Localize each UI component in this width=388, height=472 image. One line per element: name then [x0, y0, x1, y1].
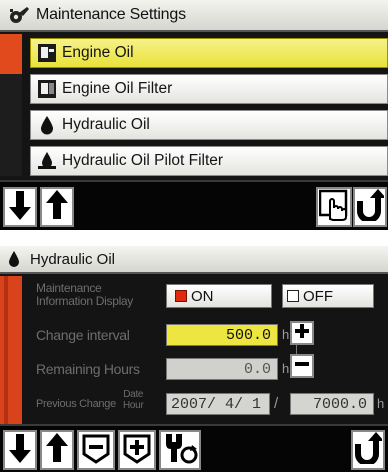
- on-indicator: [175, 290, 187, 302]
- back-return-icon: [356, 188, 386, 226]
- down-button[interactable]: [3, 187, 37, 227]
- minus-box-button[interactable]: [77, 430, 115, 470]
- up-button[interactable]: [40, 187, 74, 227]
- menu-item-label: Hydraulic Oil: [62, 116, 150, 133]
- up-button[interactable]: [40, 430, 74, 470]
- back-return-icon: [354, 431, 384, 469]
- date-hour-label: Date Hour: [123, 389, 144, 411]
- plus-icon: [294, 323, 310, 344]
- return-button[interactable]: [353, 187, 387, 227]
- menu-item-engine-oil[interactable]: Engine Oil: [30, 38, 388, 68]
- arrow-down-icon: [7, 189, 33, 226]
- filter-can-icon: [36, 78, 58, 100]
- previous-change-hour-unit: h: [377, 396, 385, 411]
- display-off-toggle[interactable]: OFF: [282, 284, 374, 308]
- selection-indicator: [0, 34, 22, 74]
- hydraulic-oil-screen: Hydraulic Oil Maintenance Information Di…: [0, 246, 388, 472]
- menu-item-hydraulic-oil-pilot-filter[interactable]: Hydraulic Oil Pilot Filter: [30, 146, 388, 176]
- menu-item-hydraulic-oil[interactable]: Hydraulic Oil: [30, 110, 388, 140]
- arrow-up-icon: [44, 189, 70, 226]
- function-button-bar: [0, 180, 388, 230]
- hand-select-icon: [318, 189, 349, 226]
- arrow-down-icon: [7, 432, 33, 469]
- previous-change-hour-field: 7000.0: [290, 393, 374, 415]
- change-interval-field[interactable]: 500.0: [166, 324, 278, 346]
- oil-can-icon: [36, 42, 58, 64]
- menu-item-label: Engine Oil: [62, 44, 134, 61]
- change-interval-unit: h: [282, 327, 290, 342]
- date-hour-separator: /: [274, 395, 279, 412]
- oil-drop-icon: [36, 114, 58, 136]
- select-button[interactable]: [316, 187, 352, 227]
- menu-item-label: Engine Oil Filter: [62, 80, 173, 97]
- increment-button[interactable]: [290, 321, 314, 345]
- previous-change-label: Previous Change: [36, 398, 116, 410]
- display-on-toggle[interactable]: ON: [166, 284, 272, 308]
- page-title: Maintenance Settings: [36, 6, 186, 23]
- function-button-bar: [0, 424, 388, 472]
- menu-item-label: Hydraulic Oil Pilot Filter: [62, 152, 224, 169]
- title-bar: Hydraulic Oil: [0, 246, 388, 274]
- minus-box-icon: [81, 432, 111, 469]
- decrement-button[interactable]: [290, 354, 314, 378]
- maintenance-item-list: Engine Oil Engine Oil Filter Hydraulic O…: [30, 38, 388, 182]
- drop-filter-icon: [36, 150, 58, 172]
- return-button[interactable]: [351, 430, 385, 470]
- side-accent-bar: [0, 276, 22, 424]
- wrench-gear-icon: [8, 4, 30, 26]
- off-indicator: [287, 290, 299, 302]
- reset-button[interactable]: [159, 430, 201, 470]
- plus-box-icon: [122, 432, 152, 469]
- minus-icon: [294, 356, 310, 377]
- remaining-hours-unit: h: [282, 361, 290, 376]
- maintenance-display-label: Maintenance Information Display: [36, 281, 134, 308]
- down-button[interactable]: [3, 430, 37, 470]
- change-interval-label: Change interval: [36, 327, 130, 343]
- off-label: OFF: [303, 287, 333, 305]
- previous-change-date-field: 2007/ 4/ 1: [166, 393, 270, 415]
- page-title: Hydraulic Oil: [30, 250, 116, 268]
- title-bar: Maintenance Settings: [0, 0, 388, 32]
- side-strip: [0, 74, 22, 176]
- maintenance-settings-screen: Maintenance Settings Engine Oil Engine O…: [0, 0, 388, 230]
- remaining-hours-label: Remaining Hours: [36, 361, 140, 377]
- arrow-up-icon: [44, 432, 70, 469]
- menu-item-engine-oil-filter[interactable]: Engine Oil Filter: [30, 74, 388, 104]
- oil-drop-icon: [8, 249, 24, 269]
- remaining-hours-field: 0.0: [166, 358, 278, 380]
- plus-box-button[interactable]: [118, 430, 156, 470]
- on-label: ON: [191, 287, 214, 305]
- reset-wrench-icon: [162, 432, 198, 469]
